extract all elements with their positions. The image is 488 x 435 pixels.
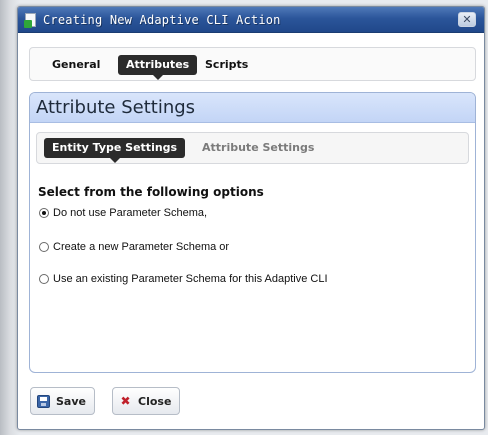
option-use-existing-schema[interactable]: Use an existing Parameter Schema for thi… <box>39 273 328 285</box>
option-do-not-use-schema[interactable]: Do not use Parameter Schema, <box>39 207 207 219</box>
tab-general[interactable]: General <box>44 55 108 75</box>
options-heading: Select from the following options <box>38 185 264 199</box>
floppy-disk-icon <box>37 394 50 408</box>
radio-label: Do not use Parameter Schema, <box>53 207 208 219</box>
close-button-label: Close <box>138 394 172 408</box>
subtab-entity-type-settings[interactable]: Entity Type Settings <box>44 138 186 163</box>
option-create-new-schema[interactable]: Create a new Parameter Schema or <box>39 241 229 253</box>
radio-button[interactable] <box>39 274 49 284</box>
radio-button[interactable] <box>39 208 49 218</box>
close-icon[interactable]: ✕ <box>458 12 476 27</box>
title-bar[interactable]: Creating New Adaptive CLI Action ✕ <box>18 7 484 33</box>
save-button[interactable]: Save <box>30 387 95 415</box>
window-title: Creating New Adaptive CLI Action <box>43 12 281 27</box>
main-tab-bar: General Attributes Scripts <box>29 47 476 81</box>
red-x-icon: ✖ <box>120 393 131 408</box>
sub-tab-bar: Entity Type Settings Attribute Settings <box>36 132 469 164</box>
save-button-label: Save <box>56 394 86 408</box>
subtab-attribute-settings[interactable]: Attribute Settings <box>194 138 322 158</box>
new-document-icon <box>24 12 38 28</box>
dialog-window: Creating New Adaptive CLI Action ✕ Gener… <box>17 6 485 430</box>
close-button[interactable]: ✖ Close <box>112 387 181 415</box>
radio-label: Use an existing Parameter Schema for thi… <box>53 273 328 285</box>
attribute-settings-panel: Attribute Settings Entity Type Settings … <box>29 92 476 373</box>
tab-scripts[interactable]: Scripts <box>197 55 256 75</box>
panel-header: Attribute Settings <box>30 93 475 123</box>
radio-button[interactable] <box>39 242 49 252</box>
radio-label: Create a new Parameter Schema or <box>53 241 230 253</box>
tab-attributes[interactable]: Attributes <box>118 55 198 80</box>
